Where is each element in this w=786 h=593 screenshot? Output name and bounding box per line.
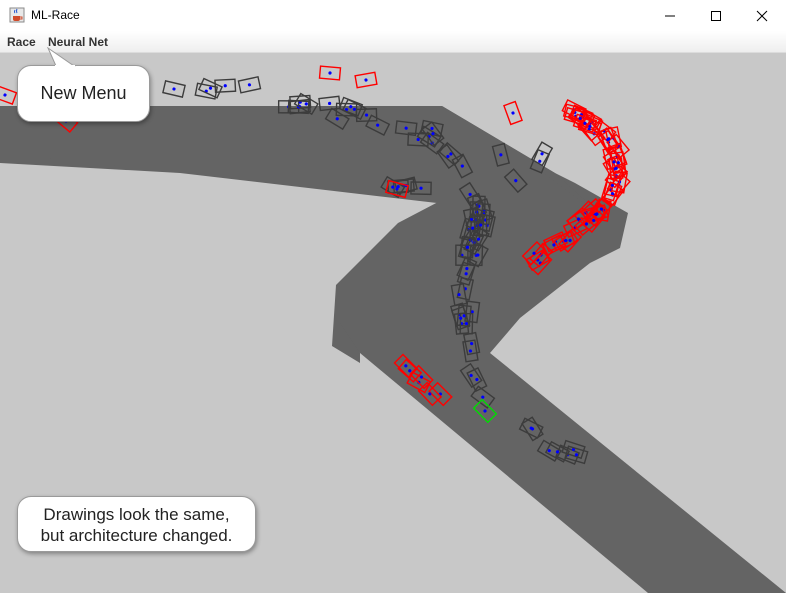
minimize-button[interactable]	[647, 0, 693, 31]
callout-new-menu: New Menu	[17, 65, 150, 122]
callout-info-line-2: but architecture changed.	[40, 526, 233, 545]
callout-new-menu-text: New Menu	[40, 83, 127, 103]
menu-race[interactable]: Race	[7, 35, 36, 49]
window-title: ML-Race	[31, 8, 80, 22]
callout-architecture-note: Drawings look the same, but architecture…	[17, 496, 256, 552]
close-icon	[756, 10, 768, 21]
java-cup-icon	[9, 7, 25, 23]
menu-bar: Race Neural Net	[0, 31, 786, 53]
close-button[interactable]	[739, 0, 785, 31]
callout-info-line-1: Drawings look the same,	[43, 505, 230, 524]
callout-tail	[47, 47, 76, 67]
maximize-button[interactable]	[693, 0, 739, 31]
maximize-icon	[711, 10, 721, 21]
minimize-icon	[665, 15, 675, 16]
title-bar: ML-Race	[0, 0, 786, 31]
